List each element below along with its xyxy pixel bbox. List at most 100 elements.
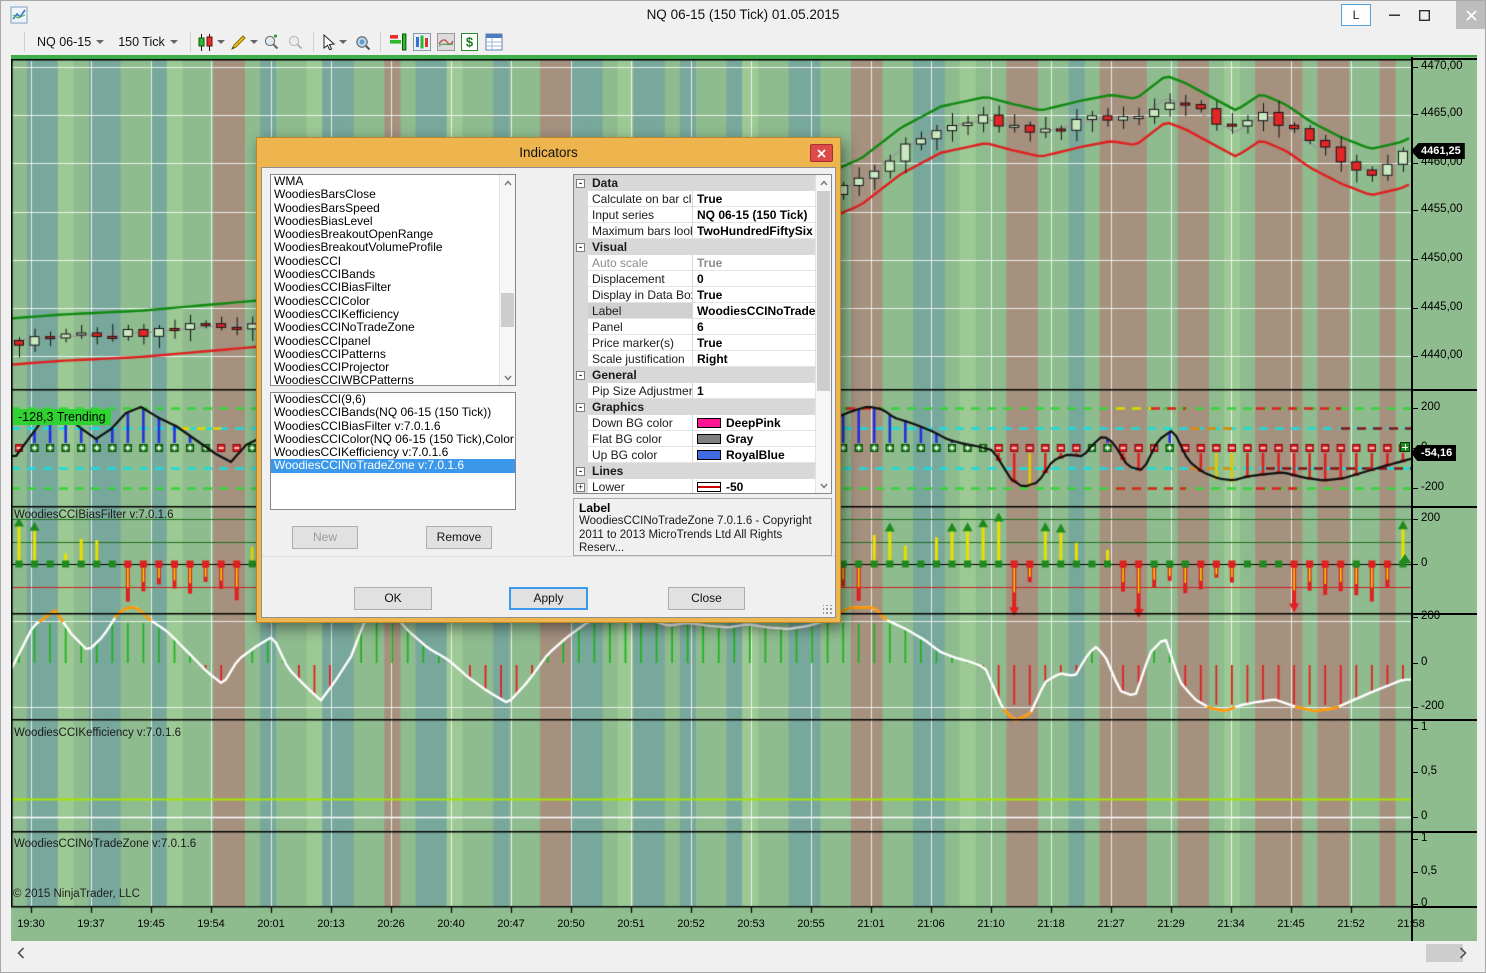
property-value[interactable]: TwoHundredFiftySix: [693, 223, 831, 239]
grid-scrollbar[interactable]: [815, 175, 831, 493]
available-indicators-list[interactable]: WMAWoodiesBarsCloseWoodiesBarsSpeedWoodi…: [270, 174, 516, 386]
property-value[interactable]: WoodiesCCINoTrade: [693, 303, 831, 319]
scroll-left-icon[interactable]: [11, 942, 31, 964]
property-section[interactable]: -Graphics: [574, 399, 831, 415]
property-section[interactable]: -Visual: [574, 239, 831, 255]
property-row[interactable]: Panel6: [574, 319, 831, 335]
property-value[interactable]: RoyalBlue: [693, 447, 831, 463]
apply-button[interactable]: Apply: [509, 587, 588, 610]
property-row[interactable]: Up BG colorRoyalBlue: [574, 447, 831, 463]
zoom-out-button[interactable]: [284, 31, 308, 53]
mini-chart-button[interactable]: [434, 31, 458, 53]
list-item[interactable]: WoodiesBiasLevel: [271, 215, 515, 228]
remove-button[interactable]: Remove: [426, 526, 492, 549]
list-scrollbar[interactable]: [499, 175, 515, 385]
scrollbar-thumb[interactable]: [501, 293, 514, 327]
close-button[interactable]: [1456, 1, 1486, 29]
configured-indicator-item[interactable]: WoodiesCCIBiasFilter v:7.0.1.6: [271, 420, 515, 433]
crosshair-button[interactable]: [351, 31, 375, 53]
dialog-close-button[interactable]: [810, 144, 833, 162]
configured-indicators-list[interactable]: WoodiesCCI(9,6)WoodiesCCIBands(NQ 06-15 …: [270, 392, 516, 510]
list-item[interactable]: WMA: [271, 175, 515, 188]
scroll-right-icon[interactable]: [1453, 942, 1473, 964]
collapse-icon[interactable]: -: [576, 371, 585, 380]
list-item[interactable]: WoodiesCCIWBCPatterns: [271, 374, 515, 386]
scroll-down-icon[interactable]: [500, 370, 516, 385]
property-value[interactable]: True: [693, 335, 831, 351]
list-item[interactable]: WoodiesBarsClose: [271, 188, 515, 201]
collapse-icon[interactable]: -: [576, 243, 585, 252]
price-axis[interactable]: 4470,004465,004460,004455,004450,004445,…: [1411, 57, 1477, 941]
property-row[interactable]: Maximum bars look bTwoHundredFiftySix: [574, 223, 831, 239]
scroll-down-icon[interactable]: [816, 478, 832, 493]
drawing-tools-button[interactable]: [228, 31, 260, 53]
property-value[interactable]: True: [693, 191, 831, 207]
collapse-icon[interactable]: -: [576, 403, 585, 412]
configured-indicator-item[interactable]: WoodiesCCINoTradeZone v:7.0.1.6: [271, 459, 515, 472]
list-item[interactable]: WoodiesCCIPatterns: [271, 348, 515, 361]
property-row[interactable]: +Lower-50: [574, 479, 831, 494]
list-item[interactable]: WoodiesCCIProjector: [271, 361, 515, 374]
property-row[interactable]: Auto scaleTrue: [574, 255, 831, 271]
property-row[interactable]: Flat BG colorGray: [574, 431, 831, 447]
list-item[interactable]: WoodiesCCIBands: [271, 268, 515, 281]
property-value[interactable]: -50: [693, 479, 831, 494]
property-value[interactable]: NQ 06-15 (150 Tick): [693, 207, 831, 223]
configured-indicator-item[interactable]: WoodiesCCIColor(NQ 06-15 (150 Tick),Colo…: [271, 433, 515, 446]
link-button[interactable]: L: [1341, 4, 1371, 26]
property-row[interactable]: Input seriesNQ 06-15 (150 Tick): [574, 207, 831, 223]
property-row[interactable]: Pip Size Adjustment1: [574, 383, 831, 399]
property-value[interactable]: True: [693, 255, 831, 271]
property-row[interactable]: LabelWoodiesCCINoTrade: [574, 303, 831, 319]
list-item[interactable]: WoodiesCCIpanel: [271, 335, 515, 348]
property-value[interactable]: 0: [693, 271, 831, 287]
ok-button[interactable]: OK: [354, 587, 432, 610]
property-section[interactable]: -Lines: [574, 463, 831, 479]
collapse-icon[interactable]: -: [576, 467, 585, 476]
period-dropdown[interactable]: 150 Tick: [111, 33, 185, 51]
list-item[interactable]: WoodiesBarsSpeed: [271, 202, 515, 215]
maximize-button[interactable]: [1409, 1, 1439, 29]
property-section[interactable]: -General: [574, 367, 831, 383]
property-row[interactable]: Scale justificationRight: [574, 351, 831, 367]
property-row[interactable]: Displacement0: [574, 271, 831, 287]
list-item[interactable]: WoodiesCCIBiasFilter: [271, 281, 515, 294]
property-section[interactable]: -Data: [574, 175, 831, 191]
zoom-in-button[interactable]: [260, 31, 284, 53]
property-value[interactable]: 1: [693, 383, 831, 399]
minimize-button[interactable]: [1379, 1, 1409, 29]
new-button[interactable]: New: [292, 526, 358, 549]
configured-indicator-item[interactable]: WoodiesCCIBands(NQ 06-15 (150 Tick)): [271, 406, 515, 419]
property-value[interactable]: Right: [693, 351, 831, 367]
horizontal-scrollbar[interactable]: [11, 942, 1477, 964]
property-value[interactable]: 6: [693, 319, 831, 335]
close-dialog-button[interactable]: Close: [668, 587, 745, 610]
list-item[interactable]: WoodiesCCIColor: [271, 295, 515, 308]
account-button[interactable]: $: [458, 31, 482, 53]
instrument-dropdown[interactable]: NQ 06-15: [30, 33, 111, 51]
scrollbar-thumb[interactable]: [817, 191, 830, 391]
scroll-up-icon[interactable]: [816, 175, 832, 190]
configured-indicator-item[interactable]: WoodiesCCIKefficiency v:7.0.1.6: [271, 446, 515, 459]
property-value[interactable]: DeepPink: [693, 415, 831, 431]
cursor-button[interactable]: [319, 31, 351, 53]
resize-grip[interactable]: [823, 605, 833, 615]
chart-trader-button[interactable]: [386, 31, 410, 53]
list-item[interactable]: WoodiesBreakoutVolumeProfile: [271, 241, 515, 254]
property-row[interactable]: Price marker(s)True: [574, 335, 831, 351]
list-item[interactable]: WoodiesCCI: [271, 255, 515, 268]
data-grid-button[interactable]: [482, 31, 506, 53]
collapse-icon[interactable]: -: [576, 179, 585, 188]
market-depth-button[interactable]: [410, 31, 434, 53]
chart-style-button[interactable]: [196, 31, 228, 53]
list-item[interactable]: WoodiesCCINoTradeZone: [271, 321, 515, 334]
property-row[interactable]: Calculate on bar closTrue: [574, 191, 831, 207]
property-grid[interactable]: -DataCalculate on bar closTrueInput seri…: [573, 174, 832, 494]
property-value[interactable]: Gray: [693, 431, 831, 447]
list-item[interactable]: WoodiesBreakoutOpenRange: [271, 228, 515, 241]
configured-indicator-item[interactable]: WoodiesCCI(9,6): [271, 393, 515, 406]
list-item[interactable]: WoodiesCCIKefficiency: [271, 308, 515, 321]
property-value[interactable]: True: [693, 287, 831, 303]
property-row[interactable]: Down BG colorDeepPink: [574, 415, 831, 431]
scroll-up-icon[interactable]: [500, 175, 516, 190]
